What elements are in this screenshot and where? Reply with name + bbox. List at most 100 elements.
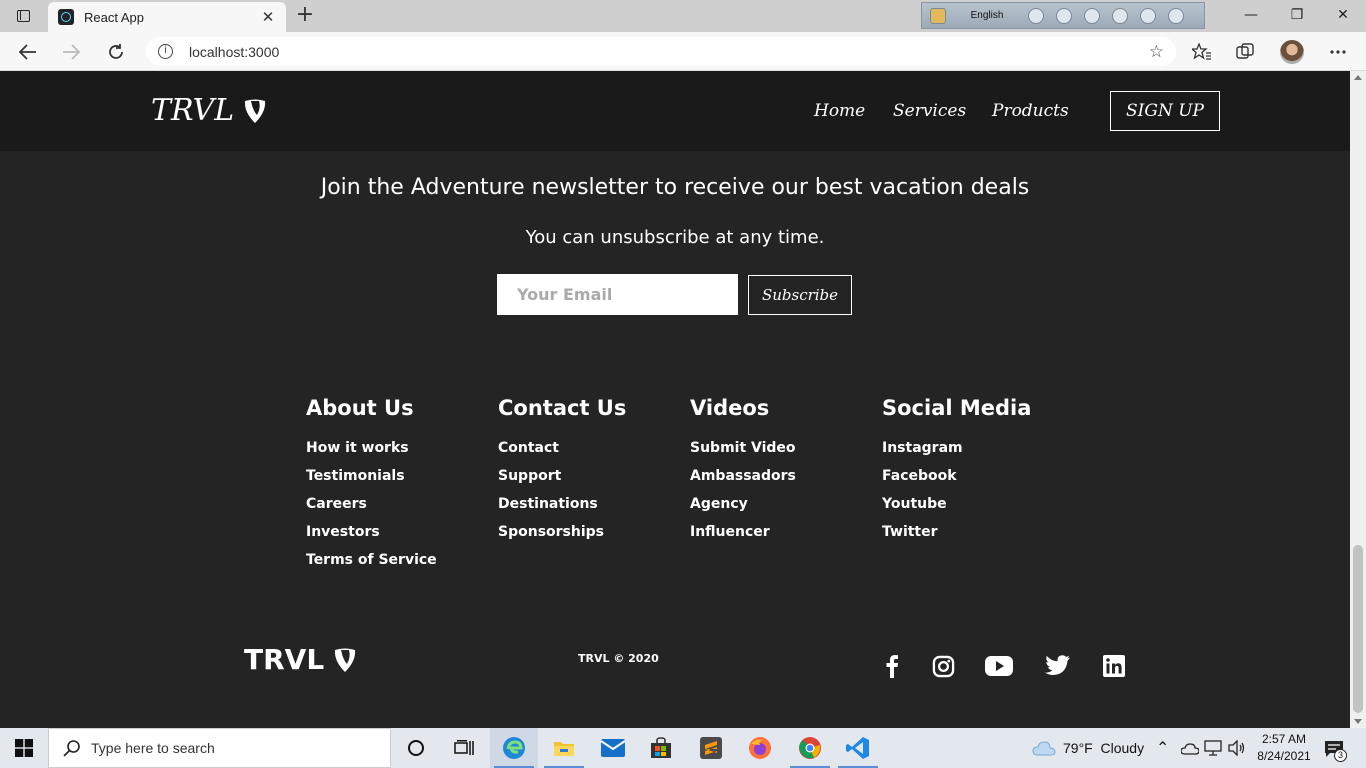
collections-icon[interactable]: [1234, 40, 1258, 64]
tray-expand-icon[interactable]: ⌃: [1156, 738, 1169, 758]
cortana-button[interactable]: [392, 728, 440, 768]
clock-time[interactable]: 2:57 AM: [1257, 732, 1311, 746]
onedrive-icon[interactable]: [1181, 741, 1199, 755]
signup-button[interactable]: SIGN UP: [1110, 91, 1220, 131]
tab-actions-button[interactable]: [10, 6, 36, 26]
info-icon[interactable]: [1168, 7, 1184, 24]
restore-button[interactable]: ❐: [1274, 0, 1320, 30]
clock-date[interactable]: 8/24/2021: [1253, 749, 1315, 763]
taskbar-store[interactable]: [637, 728, 685, 768]
site-logo[interactable]: TRVL: [151, 93, 268, 128]
subscribe-button[interactable]: Subscribe: [748, 275, 852, 315]
email-input[interactable]: [497, 274, 738, 315]
favorites-icon[interactable]: [1190, 40, 1214, 64]
footer-link[interactable]: Submit Video: [690, 439, 796, 467]
footer-link[interactable]: Instagram: [882, 439, 1031, 467]
taskbar-file-explorer[interactable]: [540, 728, 588, 768]
input-method-icon[interactable]: [930, 7, 946, 24]
tab-close-button[interactable]: ✕: [256, 8, 280, 26]
forward-arrow-icon: [63, 44, 80, 60]
notification-badge: 3: [1334, 749, 1347, 762]
task-view-button[interactable]: [440, 728, 488, 768]
taskbar-search[interactable]: Type here to search: [48, 728, 391, 768]
page-scrollbar[interactable]: [1350, 71, 1366, 728]
footer-link[interactable]: Destinations: [498, 495, 626, 523]
youtube-icon[interactable]: [985, 653, 1013, 679]
store-icon: [651, 737, 671, 758]
minimize-button[interactable]: —: [1228, 0, 1274, 30]
footer-link[interactable]: Terms of Service: [306, 551, 437, 579]
typo3-logo-icon: [335, 648, 356, 672]
footer-link[interactable]: Contact: [498, 439, 626, 467]
ie-icon[interactable]: [1112, 7, 1128, 24]
footer-link[interactable]: Investors: [306, 523, 437, 551]
edge-icon: [503, 737, 525, 759]
footer-link[interactable]: Support: [498, 467, 626, 495]
footer-column-title: Social Media: [882, 396, 1032, 420]
twitter-icon[interactable]: [1044, 653, 1072, 679]
more-menu-icon[interactable]: [1326, 40, 1350, 64]
footer-link[interactable]: Influencer: [690, 523, 796, 551]
instagram-icon[interactable]: [929, 653, 957, 679]
sublime-text-icon: [700, 737, 722, 759]
nav-services-link[interactable]: Services: [893, 101, 966, 121]
facebook-icon[interactable]: [878, 653, 906, 679]
search-placeholder: Type here to search: [91, 740, 215, 756]
windows-logo-icon: [15, 739, 33, 757]
footer-link[interactable]: Youtube: [882, 495, 1031, 523]
back-button[interactable]: [15, 39, 41, 65]
footer-column-videos: Videos Submit Video Ambassadors Agency I…: [690, 396, 796, 551]
url-text[interactable]: localhost:3000: [189, 44, 279, 60]
chess-piece-icon[interactable]: [1056, 7, 1072, 24]
weather-cloud-icon[interactable]: [1032, 739, 1056, 757]
footer-link[interactable]: Sponsorships: [498, 523, 626, 551]
footer-column-about: About Us How it works Testimonials Caree…: [306, 396, 437, 579]
taskbar-sublime[interactable]: [687, 728, 735, 768]
nav-products-link[interactable]: Products: [992, 101, 1069, 121]
start-button[interactable]: [0, 728, 48, 768]
scroll-down-icon[interactable]: [1354, 719, 1362, 724]
weather-text[interactable]: 79°F Cloudy: [1063, 740, 1144, 756]
newsletter-heading: Join the Adventure newsletter to receive…: [320, 175, 1030, 200]
footer-link[interactable]: Agency: [690, 495, 796, 523]
footer-column-social: Social Media Instagram Facebook Youtube …: [882, 396, 1031, 551]
cortana-icon: [408, 740, 424, 756]
help-icon[interactable]: [1140, 7, 1156, 24]
network-icon[interactable]: [1204, 740, 1222, 756]
site-info-icon[interactable]: i: [158, 44, 173, 59]
taskbar-edge[interactable]: [490, 728, 538, 768]
new-tab-button[interactable]: +: [294, 4, 316, 26]
footer-link[interactable]: Testimonials: [306, 467, 437, 495]
taskbar-vscode[interactable]: [834, 728, 882, 768]
web-page: TRVL Home Services Products SIGN UP Join…: [0, 71, 1350, 728]
scroll-thumb[interactable]: [1353, 545, 1363, 713]
footer-logo[interactable]: TRVL: [244, 643, 358, 676]
volume-icon[interactable]: [1228, 740, 1246, 756]
scroll-up-icon[interactable]: [1354, 75, 1362, 80]
taskbar-firefox[interactable]: [736, 728, 784, 768]
browser-tab-bar: React App ✕ + English — ❐ ✕: [0, 0, 1366, 32]
footer-link[interactable]: Facebook: [882, 467, 1031, 495]
footer-link[interactable]: Ambassadors: [690, 467, 796, 495]
settings-gear-icon[interactable]: [1084, 7, 1100, 24]
taskbar-mail[interactable]: [589, 728, 637, 768]
footer-logo-text: TRVL: [244, 643, 325, 676]
profile-avatar[interactable]: [1280, 40, 1304, 64]
keyboard-icon[interactable]: [1028, 7, 1044, 24]
linkedin-icon[interactable]: [1100, 653, 1128, 679]
copyright-text: TRVL © 2020: [578, 652, 659, 665]
url-field[interactable]: i localhost:3000 ☆: [146, 37, 1176, 66]
taskbar-chrome[interactable]: [786, 728, 834, 768]
close-window-button[interactable]: ✕: [1320, 0, 1366, 30]
refresh-button[interactable]: [103, 39, 129, 65]
footer-link[interactable]: Twitter: [882, 523, 1031, 551]
footer-column-contact: Contact Us Contact Support Destinations …: [498, 396, 626, 551]
language-label[interactable]: English: [958, 10, 1016, 21]
footer-link[interactable]: How it works: [306, 439, 437, 467]
typo3-logo-icon: [245, 99, 266, 123]
add-favorite-icon[interactable]: ☆: [1149, 42, 1164, 62]
browser-tab[interactable]: React App ✕: [48, 2, 286, 32]
footer-link[interactable]: Careers: [306, 495, 437, 523]
nav-home-link[interactable]: Home: [814, 101, 865, 121]
forward-button[interactable]: [58, 39, 84, 65]
